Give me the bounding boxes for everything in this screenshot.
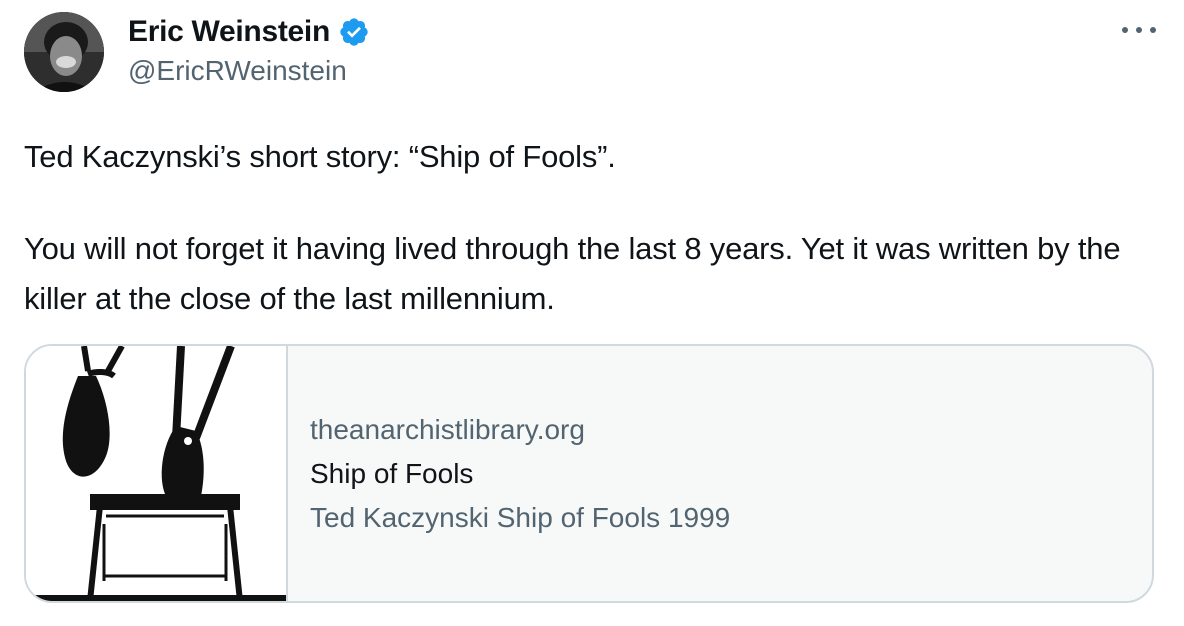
tweet[interactable]: Eric Weinstein @EricRWeinstein Ted Kaczy… <box>0 0 1184 626</box>
tweet-paragraph: You will not forget it having lived thro… <box>24 231 1121 316</box>
card-thumbnail <box>26 346 288 601</box>
verified-badge-icon <box>338 16 370 48</box>
card-description[interactable]: Ted Kaczynski Ship of Fools 1999 <box>310 500 730 536</box>
more-options-icon[interactable] <box>1122 20 1156 40</box>
author-avatar[interactable] <box>24 12 104 92</box>
tweet-text: Ted Kaczynski’s short story: “Ship of Fo… <box>24 132 1144 324</box>
card-title[interactable]: Ship of Fools <box>310 456 730 492</box>
author-display-name[interactable]: Eric Weinstein <box>128 15 330 49</box>
tweet-paragraph: Ted Kaczynski’s short story: “Ship of Fo… <box>24 139 616 174</box>
avatar-photo-icon <box>24 12 104 92</box>
author-handle[interactable]: @EricRWeinstein <box>128 55 347 87</box>
hanging-figure-illustration <box>26 346 286 601</box>
link-preview-card[interactable]: theanarchistlibrary.org Ship of Fools Te… <box>24 344 1154 603</box>
card-domain[interactable]: theanarchistlibrary.org <box>310 412 730 448</box>
